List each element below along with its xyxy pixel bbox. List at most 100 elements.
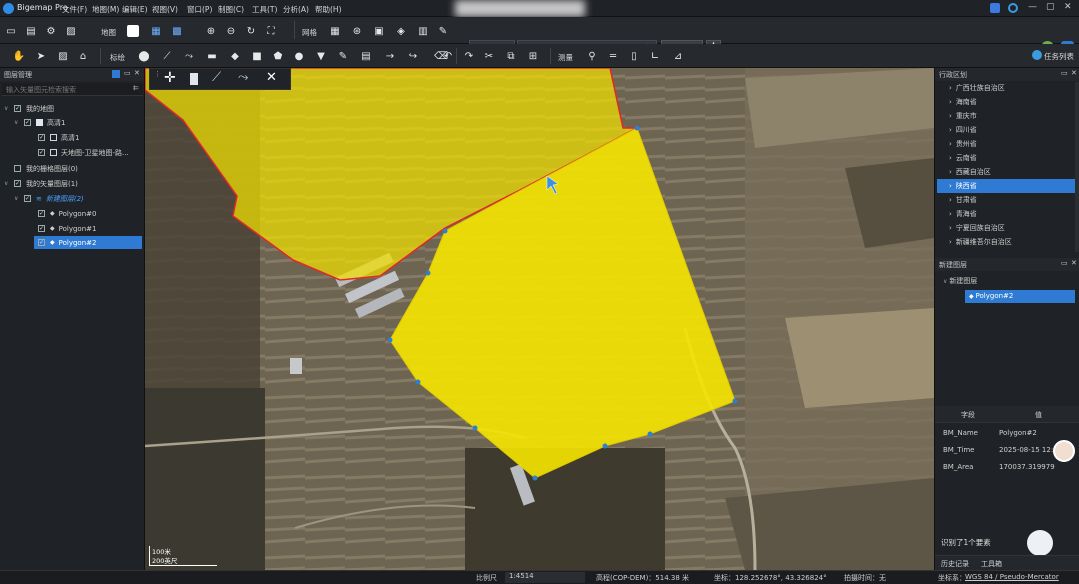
- layers-icon[interactable]: ▦: [149, 24, 163, 38]
- attr-row[interactable]: BM_Area 170037.319979: [935, 459, 1079, 476]
- pentagon-icon[interactable]: ⬟: [271, 49, 285, 63]
- chevron-right-icon[interactable]: ›: [949, 140, 952, 148]
- region-item[interactable]: › 西藏自治区: [937, 165, 1077, 179]
- float-icon[interactable]: ▭: [124, 69, 131, 77]
- voice-assistant-icon[interactable]: [1027, 530, 1053, 556]
- region-item[interactable]: › 宁夏回族自治区: [937, 221, 1077, 235]
- annotate-label[interactable]: 标绘: [110, 52, 125, 63]
- attr-row[interactable]: BM_Name Polygon#2: [935, 425, 1079, 442]
- tree-hd1-group[interactable]: ∨ ✓ 高清1: [14, 116, 65, 129]
- region-scrollbar[interactable]: [1075, 82, 1079, 252]
- menu-map[interactable]: 地图(M): [92, 4, 119, 15]
- menu-window[interactable]: 窗口(P): [187, 4, 212, 15]
- tree-hd1-item[interactable]: ✓ 高清1: [38, 131, 79, 144]
- region-item[interactable]: › 云南省: [937, 151, 1077, 165]
- sector-icon[interactable]: ▼: [314, 49, 328, 63]
- tab-history[interactable]: 历史记录: [941, 559, 969, 569]
- menu-edit[interactable]: 编辑(E): [122, 4, 148, 15]
- location-pin-icon[interactable]: ⚲: [585, 49, 599, 63]
- checkbox-icon[interactable]: ✓: [38, 210, 45, 217]
- grid-label[interactable]: 网格: [302, 27, 317, 38]
- menu-file[interactable]: 文件(F): [62, 4, 87, 15]
- satellite-icon[interactable]: ▩: [170, 24, 184, 38]
- tree-raster-layers[interactable]: 我的栅格图层(0): [14, 162, 78, 175]
- image-select-icon[interactable]: ▨: [56, 49, 70, 63]
- ruler-icon[interactable]: ▥: [416, 24, 430, 38]
- text-icon[interactable]: ▤: [359, 49, 373, 63]
- zoom-in-icon[interactable]: ⊕: [204, 24, 218, 38]
- folder-icon[interactable]: ▭: [4, 24, 18, 38]
- chevron-right-icon[interactable]: ›: [949, 182, 952, 190]
- menu-cartography[interactable]: 制图(C): [218, 4, 244, 15]
- checkbox-icon[interactable]: ✓: [14, 105, 21, 112]
- float-icon[interactable]: ▭: [1061, 259, 1068, 267]
- task-list-button[interactable]: 任务列表: [1044, 51, 1074, 62]
- tree-tianditu[interactable]: ✓ 天地图-卫星地图-路...: [38, 146, 129, 159]
- map-label[interactable]: 地图: [101, 27, 116, 38]
- tree-polygon-0[interactable]: ✓ ◆ Polygon#0: [38, 207, 96, 220]
- expand-icon[interactable]: ∨: [14, 119, 22, 126]
- tab-toolbox[interactable]: 工具箱: [981, 559, 1002, 569]
- menu-view[interactable]: 视图(V): [152, 4, 178, 15]
- undo-icon[interactable]: ↶: [441, 49, 455, 63]
- merge-icon[interactable]: ⊞: [526, 49, 540, 63]
- menu-analysis[interactable]: 分析(A): [283, 4, 309, 15]
- zoom-out-icon[interactable]: ⊖: [224, 24, 238, 38]
- fullscreen-icon[interactable]: ⛶: [264, 24, 278, 38]
- float-icon[interactable]: ▭: [1061, 69, 1068, 77]
- chevron-right-icon[interactable]: ›: [949, 224, 952, 232]
- chevron-right-icon[interactable]: ›: [949, 210, 952, 218]
- layer-item-selected[interactable]: ◆ Polygon#2: [965, 290, 1075, 303]
- settings-icon[interactable]: ⚙: [44, 24, 58, 38]
- region-item[interactable]: › 青海省: [937, 207, 1077, 221]
- copy-icon[interactable]: ⧉: [504, 49, 518, 63]
- basemap-white-icon[interactable]: [127, 25, 139, 37]
- maximize-icon[interactable]: ▢: [1046, 2, 1055, 12]
- region-item[interactable]: › 贵州省: [937, 137, 1077, 151]
- chevron-right-icon[interactable]: ›: [949, 112, 952, 120]
- delete-vertex-icon[interactable]: [190, 73, 198, 85]
- chevron-right-icon[interactable]: ›: [949, 98, 952, 106]
- menu-help[interactable]: 帮助(H): [315, 4, 342, 15]
- checkbox-icon[interactable]: ✓: [38, 239, 45, 246]
- checkbox-icon[interactable]: ✓: [38, 225, 45, 232]
- grid-icon[interactable]: ▦: [328, 24, 342, 38]
- tree-polygon-1[interactable]: ✓ ◆ Polygon#1: [38, 222, 96, 235]
- checkbox-icon[interactable]: [14, 165, 21, 172]
- edit-line-icon[interactable]: ⟋: [212, 70, 221, 85]
- task-list-icon[interactable]: [1032, 50, 1042, 60]
- polyline-icon[interactable]: ⟋: [160, 49, 174, 63]
- move-icon[interactable]: ✛: [164, 70, 176, 86]
- support-icon[interactable]: [1008, 3, 1018, 13]
- area-icon[interactable]: ▯: [627, 49, 641, 63]
- region-item[interactable]: › 海南省: [937, 95, 1077, 109]
- expand-icon[interactable]: ∨: [14, 195, 22, 202]
- checkbox-icon[interactable]: ✓: [24, 119, 31, 126]
- square-icon[interactable]: ■: [250, 49, 264, 63]
- expand-icon[interactable]: ∨: [4, 105, 12, 112]
- scale-input[interactable]: 1:4514: [505, 572, 585, 583]
- chevron-right-icon[interactable]: ›: [949, 168, 952, 176]
- map-canvas[interactable]: ⋮ ✛ ⟋ ⤳ ✕ 100米 200英尺: [145, 68, 934, 570]
- select-arrow-icon[interactable]: ➤: [34, 49, 48, 63]
- notification-icon[interactable]: [990, 3, 1000, 13]
- close-panel-icon[interactable]: ✕: [1071, 69, 1077, 77]
- compass-icon[interactable]: ◈: [394, 24, 408, 38]
- reshape-icon[interactable]: ⤳: [238, 70, 248, 85]
- globe-icon[interactable]: ⊛: [350, 24, 364, 38]
- pan-hand-icon[interactable]: ✋: [12, 49, 26, 63]
- region-item[interactable]: › 广西壮族自治区: [937, 81, 1077, 95]
- close-edit-icon[interactable]: ✕: [266, 70, 277, 85]
- region-item[interactable]: › 重庆市: [937, 109, 1077, 123]
- region-item[interactable]: › 陕西省: [937, 179, 1077, 193]
- region-item[interactable]: › 新疆维吾尔自治区: [937, 235, 1077, 249]
- checkbox-icon[interactable]: ✓: [38, 149, 45, 156]
- drag-handle-icon[interactable]: ⋮: [154, 70, 161, 78]
- close-panel-icon[interactable]: ✕: [1071, 259, 1077, 267]
- curve-arrow-icon[interactable]: ↪: [406, 49, 420, 63]
- tree-new-layer[interactable]: ∨ ✓ ≋ 新建图层(2): [14, 192, 84, 205]
- home-icon[interactable]: ⌂: [76, 49, 90, 63]
- marker-icon[interactable]: ⬤: [137, 49, 151, 63]
- measure-label[interactable]: 测量: [558, 52, 573, 63]
- redo-icon[interactable]: ↷: [462, 49, 476, 63]
